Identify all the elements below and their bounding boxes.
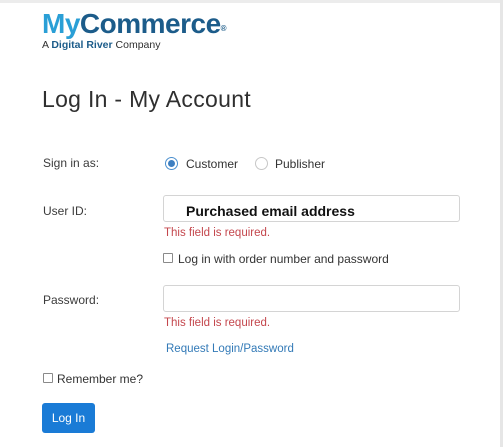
customer-radio[interactable] [165,157,178,170]
publisher-radio-label[interactable]: Publisher [275,157,325,171]
user-id-label: User ID: [43,204,88,218]
top-border [0,0,503,3]
order-login-checkbox[interactable] [163,253,173,263]
tagline-prefix: A [42,39,52,51]
mycommerce-logo: MyCommerce® A Digital River Company [42,8,227,51]
login-button[interactable]: Log In [42,403,95,433]
user-id-value: Purchased email address [186,203,355,219]
request-login-link[interactable]: Request Login/Password [166,343,294,355]
remember-me-label[interactable]: Remember me? [57,372,143,386]
sign-in-as-label: Sign in as: [43,156,100,170]
logo-wordmark: MyCommerce® [42,8,227,40]
user-id-input[interactable]: Purchased email address [163,195,460,222]
customer-radio-label[interactable]: Customer [186,157,238,171]
tagline-brand: Digital River [51,39,113,51]
logo-word-commerce: Commerce [79,8,221,39]
user-id-error: This field is required. [164,227,271,239]
logo-tagline: A Digital River Company [42,39,226,51]
publisher-radio[interactable] [255,157,268,170]
registered-mark: ® [220,24,227,33]
password-input[interactable] [163,285,460,312]
order-login-label[interactable]: Log in with order number and password [178,252,389,266]
tagline-suffix: Company [112,39,161,51]
logo-word-my: My [42,8,80,39]
remember-me-checkbox[interactable] [43,373,53,383]
password-error: This field is required. [164,317,271,329]
page-title: Log In - My Account [42,86,251,112]
password-label: Password: [43,293,100,307]
